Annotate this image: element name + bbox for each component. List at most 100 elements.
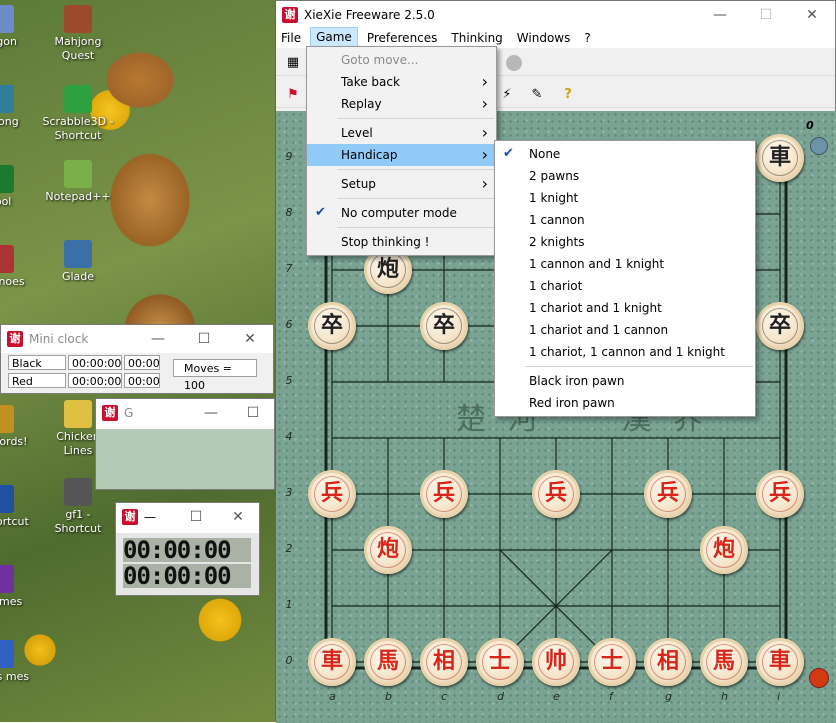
red-piece[interactable]: 兵 (420, 470, 468, 518)
rank-label: 9 (285, 150, 293, 163)
black-piece[interactable]: 卒 (308, 302, 356, 350)
menu-help[interactable]: ? (579, 28, 595, 48)
lcd-clock-close-button[interactable]: ✕ (217, 503, 259, 531)
menu-item-1-chariot-and-1-knight[interactable]: 1 chariot and 1 knight (495, 297, 755, 319)
rank-label: 0 (285, 654, 293, 667)
menu-item-no-computer-mode[interactable]: No computer mode ✔ (307, 202, 496, 224)
menu-item-setup[interactable]: Setup › (307, 173, 496, 195)
mini-clock-close-button[interactable]: ✕ (227, 325, 273, 353)
desktop-app-icon (0, 405, 14, 433)
lightning-icon[interactable]: ⚡ (498, 86, 516, 104)
red-turn-indicator (809, 668, 829, 688)
desktop-icon[interactable]: ahjong (0, 85, 37, 129)
menu-item-2-pawns[interactable]: 2 pawns (495, 165, 755, 187)
menu-item-red-iron-pawn[interactable]: Red iron pawn (495, 392, 755, 414)
rank-label: 1 (285, 598, 293, 611)
desktop-icon-label: gf1 - Shortcut (54, 508, 102, 535)
board-grid-icon[interactable]: ▦ (284, 54, 302, 72)
menu-item-replay[interactable]: Replay › (307, 93, 496, 115)
main-window-title: XieXie Freeware 2.5.0 (304, 8, 435, 22)
lcd-clock-maximize-button[interactable]: ☐ (175, 503, 217, 531)
desktop-icon-label: eal inoes (0, 275, 25, 288)
black-piece[interactable]: 卒 (420, 302, 468, 350)
red-piece[interactable]: 士 (476, 638, 524, 686)
desktop-app-icon (64, 478, 92, 506)
submenu-arrow-icon: › (481, 145, 488, 164)
menu-item-1-knight[interactable]: 1 knight (495, 187, 755, 209)
app-logo-icon: 谢 (282, 7, 298, 23)
mini-clock-window[interactable]: 谢 Mini clock — ☐ ✕ Black 00:00:00 00:00 … (0, 324, 274, 394)
menu-item-label: 1 knight (529, 191, 579, 205)
menu-item-take-back[interactable]: Take back › (307, 71, 496, 93)
desktop-icon[interactable]: Glade (41, 240, 115, 284)
desktop-icon[interactable]: Mahjong Quest (41, 5, 115, 63)
red-piece[interactable]: 馬 (700, 638, 748, 686)
desktop-icon[interactable]: xagon (0, 5, 37, 49)
desktop-icon[interactable]: Pool (0, 165, 37, 209)
menu-item-1-cannon[interactable]: 1 cannon (495, 209, 755, 231)
menu-file[interactable]: File (276, 28, 306, 48)
red-piece[interactable]: 帅 (532, 638, 580, 686)
main-maximize-button[interactable]: ☐ (743, 1, 789, 29)
desktop-icon[interactable]: Cards mes (0, 640, 37, 684)
red-piece[interactable]: 相 (644, 638, 692, 686)
menu-item-level[interactable]: Level › (307, 122, 496, 144)
red-piece[interactable]: 相 (420, 638, 468, 686)
piece-ring (370, 252, 406, 288)
lcd-clock-window[interactable]: 谢 — ☐ ✕ 00:00:00 00:00:00 (115, 502, 260, 596)
desktop-icon[interactable]: on - ortcut (0, 485, 37, 529)
desktop-icon[interactable]: Scrabble3D - Shortcut (41, 85, 115, 143)
menu-item-1-cannon-and-1-knight[interactable]: 1 cannon and 1 knight (495, 253, 755, 275)
mini-clock-title: Mini clock (29, 332, 89, 346)
menu-preferences[interactable]: Preferences (362, 28, 443, 48)
mini-clock-minimize-button[interactable]: — (135, 325, 181, 353)
graph-minimize-button[interactable]: — (190, 399, 232, 427)
main-close-button[interactable]: ✕ (789, 1, 835, 29)
menu-item-2-knights[interactable]: 2 knights (495, 231, 755, 253)
menu-thinking[interactable]: Thinking (446, 28, 507, 48)
desktop-icon[interactable]: cGames (0, 565, 37, 609)
red-piece[interactable]: 兵 (644, 470, 692, 518)
black-piece[interactable]: 車 (756, 134, 804, 182)
desktop-icon[interactable]: eal inoes (0, 245, 37, 289)
flag-icon[interactable]: ⚑ (284, 86, 302, 104)
red-piece[interactable]: 兵 (756, 470, 804, 518)
mini-clock-maximize-button[interactable]: ☐ (181, 325, 227, 353)
red-time: 00:00:00 (68, 373, 122, 388)
help-icon[interactable]: ? (559, 86, 577, 104)
desktop-icon-label: xagon (0, 35, 17, 48)
menu-item-goto-move[interactable]: Goto move... (307, 49, 496, 71)
menu-item-label: 1 chariot (529, 279, 583, 293)
black-label: Black (8, 355, 66, 370)
main-minimize-button[interactable]: — (697, 1, 743, 29)
menu-item-1-chariot-and-1-cannon[interactable]: 1 chariot and 1 cannon (495, 319, 755, 341)
graph-window[interactable]: 谢 G — ☐ (95, 398, 275, 490)
menu-item-1-chariot[interactable]: 1 chariot (495, 275, 755, 297)
menu-item-stop-thinking[interactable]: Stop thinking ! (307, 231, 496, 253)
piece-ring (762, 140, 798, 176)
desktop-icon[interactable]: ay Words! (0, 405, 37, 449)
graph-maximize-button[interactable]: ☐ (232, 399, 274, 427)
checkmark-icon: ✔ (503, 146, 514, 161)
corner-label: 0 (806, 119, 814, 132)
menu-item-label: Red iron pawn (529, 396, 615, 410)
red-piece[interactable]: 士 (588, 638, 636, 686)
menu-item-label: Setup (341, 177, 376, 191)
menu-item-none[interactable]: None ✔ (495, 143, 755, 165)
menu-item-handicap[interactable]: Handicap › (307, 144, 496, 166)
edit-board-icon[interactable]: ✎ (528, 86, 546, 104)
red-piece[interactable]: 炮 (364, 526, 412, 574)
red-piece[interactable]: 車 (756, 638, 804, 686)
menu-item-label: Black iron pawn (529, 374, 625, 388)
red-piece[interactable]: 炮 (700, 526, 748, 574)
menu-windows[interactable]: Windows (512, 28, 576, 48)
red-piece[interactable]: 兵 (308, 470, 356, 518)
desktop-icon[interactable]: Notepad++ (41, 160, 115, 204)
red-piece[interactable]: 車 (308, 638, 356, 686)
menu-item-black-iron-pawn[interactable]: Black iron pawn (495, 370, 755, 392)
red-piece[interactable]: 兵 (532, 470, 580, 518)
black-piece[interactable]: 卒 (756, 302, 804, 350)
circle-icon[interactable] (506, 55, 522, 71)
menu-item-1-chariot-1-cannon-and-1-knight[interactable]: 1 chariot, 1 cannon and 1 knight (495, 341, 755, 363)
red-piece[interactable]: 馬 (364, 638, 412, 686)
